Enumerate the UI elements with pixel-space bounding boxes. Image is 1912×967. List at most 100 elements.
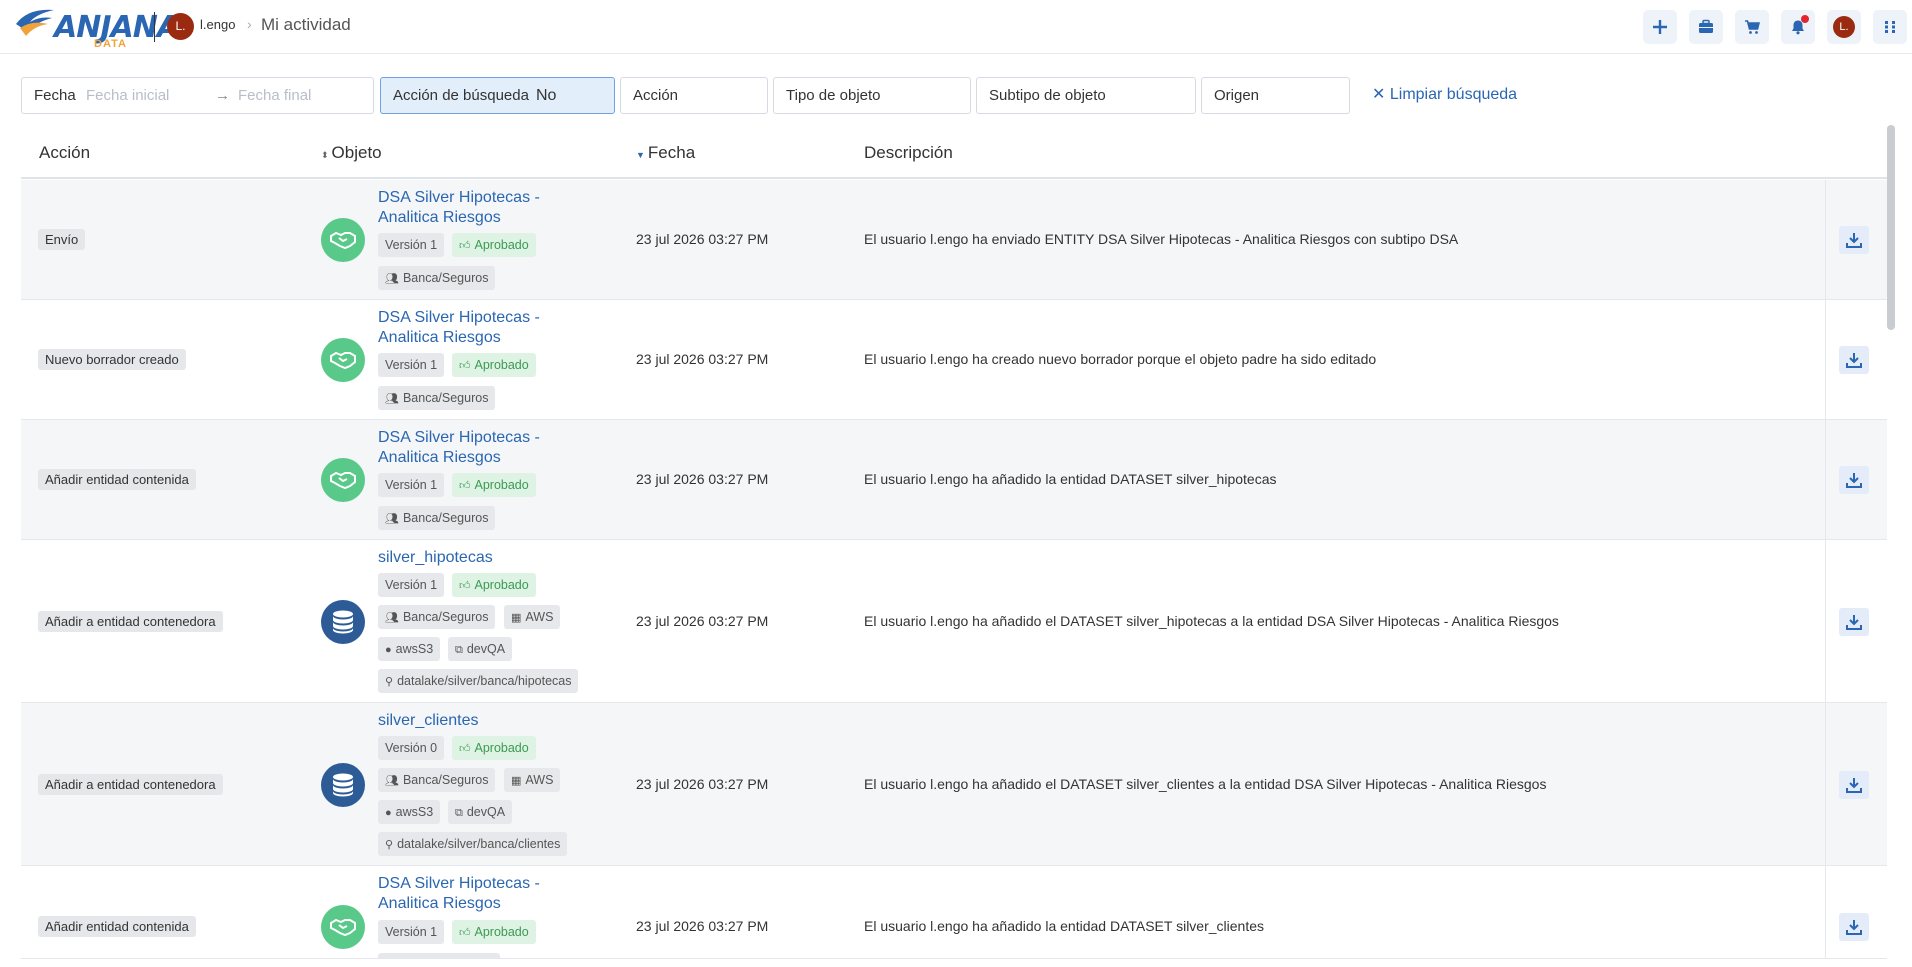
download-cell <box>1825 180 1887 299</box>
user-menu-button[interactable]: L. <box>1827 10 1861 44</box>
date-end-input[interactable]: Fecha final <box>238 87 311 104</box>
download-cell <box>1825 703 1887 865</box>
table-scrollbar[interactable] <box>1887 125 1895 330</box>
domain-label: Banca/Seguros <box>402 773 489 787</box>
object-link[interactable]: DSA Silver Hipotecas - Analitica Riesgos <box>378 874 598 914</box>
row-description: El usuario l.engo ha enviado ENTITY DSA … <box>864 231 1459 247</box>
row-date: 23 jul 2026 03:27 PM <box>636 231 769 247</box>
object-title-line2: Analitica Riesgos <box>378 209 501 226</box>
path-tag: ⚲ datalake/silver/banca/clientes <box>378 832 568 856</box>
table-row[interactable]: Añadir entidad contenida DSA Silver Hipo… <box>21 866 1887 959</box>
search-action-value: No <box>536 87 557 104</box>
table-row[interactable]: Envío DSA Silver Hipotecas - Analitica Ri… <box>21 180 1887 300</box>
apps-menu-button[interactable] <box>1873 10 1907 44</box>
sort-desc-icon: ▼ <box>636 150 645 160</box>
date-range-filter[interactable]: Fecha Fecha inicial → Fecha final <box>21 77 374 114</box>
notifications-button[interactable] <box>1781 10 1815 44</box>
version-tag: Versión 1 <box>378 920 445 944</box>
action-badge: Añadir a entidad contenedora <box>38 774 223 795</box>
thumbs-up-icon: 👍︎ <box>459 240 471 252</box>
status-badge: 👍︎ Aprobado <box>452 573 536 597</box>
technology-tag: ● awsS3 <box>378 800 441 824</box>
infrastructure-label: AWS <box>525 610 554 624</box>
table-row[interactable]: Nuevo borrador creado DSA Silver Hipotec… <box>21 300 1887 420</box>
object-title-line1: DSA Silver Hipotecas - <box>378 875 540 892</box>
database-icon <box>321 600 365 644</box>
table-row[interactable]: Añadir a entidad contenedora silver_hipo… <box>21 540 1887 703</box>
arrow-right-icon: → <box>215 87 230 104</box>
breadcrumb-avatar[interactable]: L. <box>167 13 194 40</box>
download-cell <box>1825 540 1887 702</box>
handshake-icon <box>321 458 365 502</box>
table-row[interactable]: Añadir entidad contenida DSA Silver Hipo… <box>21 420 1887 540</box>
download-button[interactable] <box>1839 466 1869 494</box>
row-date: 23 jul 2026 03:27 PM <box>636 471 769 487</box>
download-button[interactable] <box>1839 771 1869 799</box>
origin-filter[interactable]: Origen <box>1201 77 1350 114</box>
page-title: Mi actividad <box>261 15 351 34</box>
object-subtype-filter-label: Subtipo de objeto <box>989 87 1106 104</box>
object-subtype-filter[interactable]: Subtipo de objeto <box>976 77 1196 114</box>
download-cell <box>1825 866 1887 958</box>
row-description: El usuario l.engo ha añadido el DATASET … <box>864 776 1547 792</box>
version-tag: Versión 1 <box>378 353 445 377</box>
object-link[interactable]: silver_hipotecas <box>378 548 598 568</box>
object-title-line1: silver_hipotecas <box>378 549 493 566</box>
status-label: Aprobado <box>474 478 529 492</box>
status-label: Aprobado <box>474 925 529 939</box>
object-link[interactable]: silver_clientes <box>378 711 598 731</box>
technology-label: awsS3 <box>395 805 434 819</box>
status-label: Aprobado <box>474 358 529 372</box>
breadcrumb-user[interactable]: l.engo <box>200 17 235 32</box>
close-icon: ✕ <box>1372 86 1386 103</box>
status-label: Aprobado <box>474 238 529 252</box>
environment-label: devQA <box>466 805 506 819</box>
table-row[interactable]: Añadir a entidad contenedora silver_clie… <box>21 703 1887 866</box>
date-start-input[interactable]: Fecha inicial <box>86 87 169 104</box>
object-type-filter-label: Tipo de objeto <box>786 87 881 104</box>
action-badge: Añadir entidad contenida <box>38 916 196 937</box>
download-button[interactable] <box>1839 346 1869 374</box>
clear-search-label: Limpiar búsqueda <box>1389 86 1518 103</box>
add-button[interactable] <box>1643 10 1677 44</box>
download-cell <box>1825 420 1887 539</box>
domain-label: Banca/Seguros <box>402 610 489 624</box>
status-badge: 👍︎ Aprobado <box>452 233 536 257</box>
row-description: El usuario l.engo ha añadido la entidad … <box>864 918 1265 934</box>
object-type-filter[interactable]: Tipo de objeto <box>773 77 971 114</box>
briefcase-icon <box>1699 19 1713 33</box>
object-link[interactable]: DSA Silver Hipotecas - Analitica Riesgos <box>378 188 598 228</box>
status-label: Aprobado <box>474 578 529 592</box>
download-button[interactable] <box>1839 226 1869 254</box>
search-action-filter[interactable]: Acción de búsqueda No <box>380 77 615 114</box>
path-tag: ⚲ datalake/silver/banca/hipotecas <box>378 669 579 693</box>
object-title-line2: Analitica Riesgos <box>378 449 501 466</box>
logo-sub: DATA <box>94 38 127 50</box>
action-filter[interactable]: Acción <box>620 77 768 114</box>
users-icon: 👥︎ <box>385 775 399 787</box>
download-button[interactable] <box>1839 913 1869 941</box>
anjana-logo[interactable]: ANJANA DATA <box>14 4 180 50</box>
cart-icon <box>1745 20 1760 34</box>
download-icon <box>1846 232 1862 248</box>
technology-tag: ● awsS3 <box>378 637 441 661</box>
row-description: El usuario l.engo ha creado nuevo borrad… <box>864 351 1377 367</box>
status-badge: 👍︎ Aprobado <box>452 920 536 944</box>
briefcase-button[interactable] <box>1689 10 1723 44</box>
domain-tag: 👥︎ Banca/Seguros <box>378 386 496 410</box>
infrastructure-tag: ▦ AWS <box>504 605 561 629</box>
object-title-line2: Analitica Riesgos <box>378 895 501 912</box>
download-icon <box>1846 472 1862 488</box>
clear-search-button[interactable]: ✕ Limpiar búsqueda <box>1372 84 1517 104</box>
cart-button[interactable] <box>1735 10 1769 44</box>
object-link[interactable]: DSA Silver Hipotecas - Analitica Riesgos <box>378 308 598 348</box>
column-header-description: Descripción <box>864 143 953 162</box>
action-badge: Añadir a entidad contenedora <box>38 611 223 632</box>
download-icon <box>1846 919 1862 935</box>
column-header-date[interactable]: ▼ Fecha <box>636 143 695 163</box>
column-header-object[interactable]: ⬍ Objeto <box>321 143 382 163</box>
download-button[interactable] <box>1839 608 1869 636</box>
column-header-object-label: Objeto <box>331 143 382 162</box>
object-link[interactable]: DSA Silver Hipotecas - Analitica Riesgos <box>378 428 598 468</box>
object-title-line1: DSA Silver Hipotecas - <box>378 189 540 206</box>
